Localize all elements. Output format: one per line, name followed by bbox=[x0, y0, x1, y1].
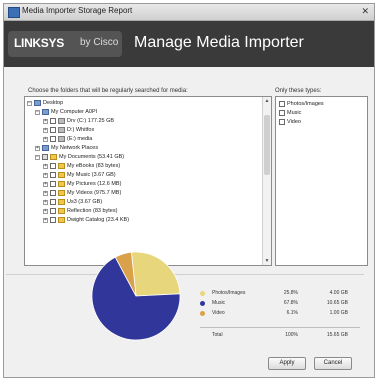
expand-icon[interactable]: + bbox=[43, 136, 48, 142]
network-icon bbox=[42, 145, 49, 151]
expand-icon[interactable]: + bbox=[43, 127, 48, 133]
tree-item-my-videos[interactable]: + My Videos (975.7 MB) bbox=[43, 189, 121, 197]
scroll-up-icon[interactable]: ▲ bbox=[264, 98, 270, 104]
computer-icon bbox=[42, 109, 49, 115]
collapse-icon[interactable]: − bbox=[35, 154, 40, 160]
tree-item-my-documents[interactable]: − My Documents (53.41 GB) bbox=[35, 153, 124, 161]
tree-item-catalog[interactable]: + Dwight Catalog (23.4 KB) bbox=[43, 216, 129, 224]
close-icon[interactable]: ✕ bbox=[361, 6, 369, 17]
folders-label: Choose the folders that will be regularl… bbox=[28, 88, 188, 94]
desktop-icon bbox=[34, 100, 41, 106]
drive-c-checkbox[interactable] bbox=[50, 118, 56, 124]
drive-icon bbox=[58, 118, 65, 124]
folder-icon bbox=[58, 163, 65, 169]
type-item-music[interactable]: Music bbox=[279, 109, 301, 117]
expand-icon[interactable]: + bbox=[43, 172, 48, 178]
scroll-down-icon[interactable]: ▼ bbox=[264, 258, 270, 264]
tree-item-reflection[interactable]: + Reflection (83 bytes) bbox=[43, 207, 117, 215]
tree-item-my-computer[interactable]: − My Computer A0PI bbox=[35, 108, 97, 116]
apply-button[interactable]: Apply bbox=[268, 357, 306, 370]
folder-icon bbox=[58, 172, 65, 178]
expand-icon[interactable]: + bbox=[43, 190, 48, 196]
expand-icon[interactable]: + bbox=[43, 217, 48, 223]
expand-icon[interactable]: + bbox=[43, 199, 48, 205]
folder-icon bbox=[58, 217, 65, 223]
drive-icon bbox=[58, 136, 65, 142]
folder-icon bbox=[58, 190, 65, 196]
folder-icon bbox=[50, 154, 57, 160]
cancel-button[interactable]: Cancel bbox=[314, 357, 352, 370]
title-bar: Media Importer Storage Report ✕ bbox=[4, 4, 374, 21]
app-icon bbox=[8, 7, 20, 18]
collapse-icon[interactable]: − bbox=[27, 100, 32, 106]
tree-item-drive-c[interactable]: + Drv (C:) 177.25 GB bbox=[43, 117, 114, 125]
photos-checkbox[interactable] bbox=[279, 101, 285, 107]
expand-icon[interactable]: + bbox=[43, 163, 48, 169]
section-divider bbox=[6, 274, 364, 275]
folder-icon bbox=[58, 199, 65, 205]
collapse-icon[interactable]: − bbox=[35, 109, 40, 115]
tree-item-ebooks[interactable]: + My eBooks (83 bytes) bbox=[43, 162, 120, 170]
legend-swatch bbox=[200, 311, 205, 316]
ebooks-checkbox[interactable] bbox=[50, 163, 56, 169]
tree-item-network[interactable]: + My Network Places bbox=[35, 144, 98, 152]
page-title: Manage Media Importer bbox=[134, 34, 304, 51]
drive-e-checkbox[interactable] bbox=[50, 136, 56, 142]
legend-swatch bbox=[200, 291, 205, 296]
legend-swatch bbox=[200, 301, 205, 306]
tree-item-drive-d[interactable]: + D:) Whitfox bbox=[43, 126, 94, 134]
usb-checkbox[interactable] bbox=[50, 199, 56, 205]
type-item-photos[interactable]: Photos/Images bbox=[279, 100, 324, 108]
my-documents-checkbox[interactable] bbox=[42, 154, 48, 160]
tree-item-my-music[interactable]: + My Music (3.67 GB) bbox=[43, 171, 116, 179]
pie-slice-photos-images bbox=[130, 251, 181, 297]
drive-icon bbox=[58, 127, 65, 133]
storage-pie-chart bbox=[91, 251, 181, 341]
expand-icon[interactable]: + bbox=[43, 118, 48, 124]
expand-icon[interactable]: + bbox=[43, 181, 48, 187]
folder-icon bbox=[58, 181, 65, 187]
type-item-video[interactable]: Video bbox=[279, 118, 301, 126]
tree-item-drive-e[interactable]: + (E:) media bbox=[43, 135, 92, 143]
total-divider bbox=[200, 327, 360, 328]
reflection-checkbox[interactable] bbox=[50, 208, 56, 214]
header-banner: LINKSYS by Cisco Manage Media Importer bbox=[4, 21, 374, 67]
media-types-list: Photos/Images Music Video bbox=[275, 96, 368, 266]
scroll-thumb[interactable] bbox=[264, 115, 270, 175]
drive-d-checkbox[interactable] bbox=[50, 127, 56, 133]
my-music-checkbox[interactable] bbox=[50, 172, 56, 178]
types-label: Only these types: bbox=[275, 88, 322, 94]
tree-item-usb[interactable]: + Us3 (3.67 GB) bbox=[43, 198, 102, 206]
expand-icon[interactable]: + bbox=[43, 208, 48, 214]
catalog-checkbox[interactable] bbox=[50, 217, 56, 223]
folder-tree[interactable]: − Desktop − My Computer A0PI + Drv (C:) … bbox=[24, 96, 272, 266]
video-checkbox[interactable] bbox=[279, 119, 285, 125]
window-title: Media Importer Storage Report bbox=[22, 6, 133, 15]
expand-icon[interactable]: + bbox=[35, 145, 40, 151]
tree-scrollbar[interactable]: ▲ ▼ bbox=[262, 97, 271, 265]
folder-icon bbox=[58, 208, 65, 214]
music-checkbox[interactable] bbox=[279, 110, 285, 116]
tree-item-desktop[interactable]: − Desktop bbox=[27, 99, 63, 107]
my-videos-checkbox[interactable] bbox=[50, 190, 56, 196]
tree-item-my-pictures[interactable]: + My Pictures (12.6 MB) bbox=[43, 180, 121, 188]
linksys-logo: LINKSYS by Cisco bbox=[8, 31, 122, 57]
my-pictures-checkbox[interactable] bbox=[50, 181, 56, 187]
